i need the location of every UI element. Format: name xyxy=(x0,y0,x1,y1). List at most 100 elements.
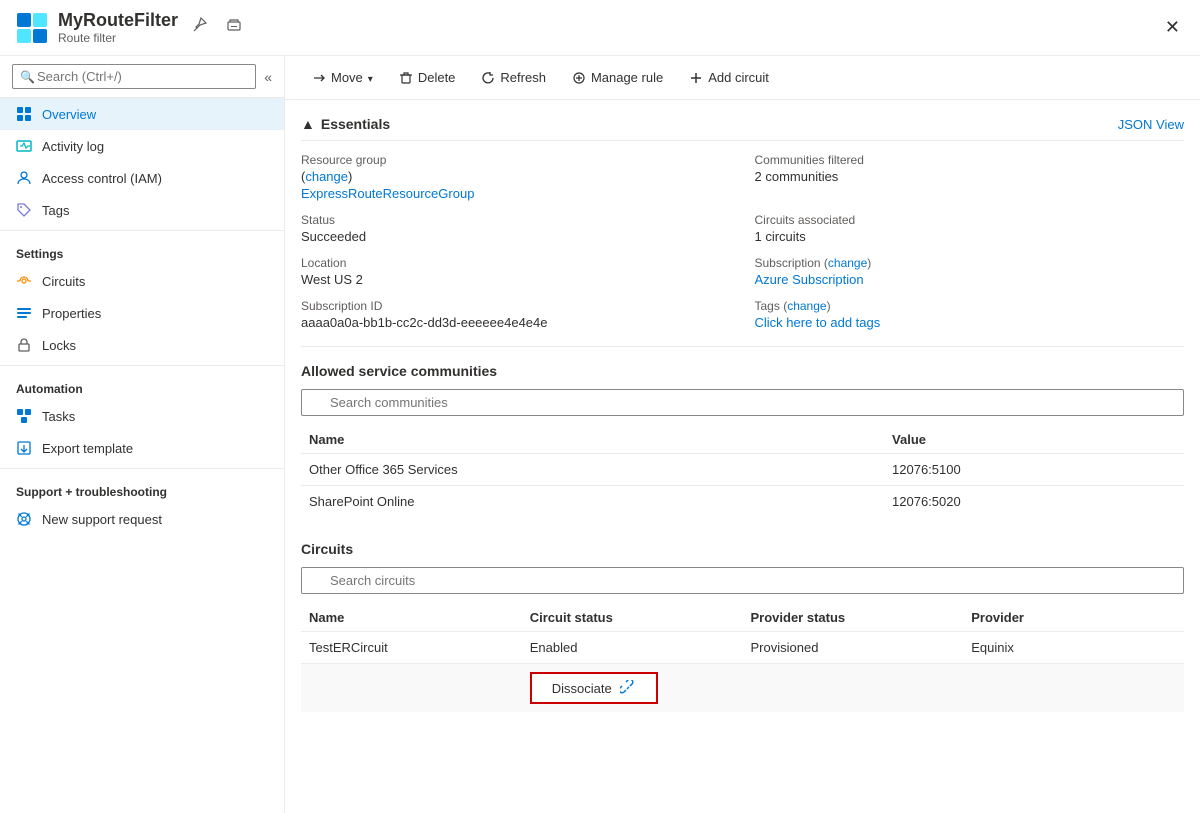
delete-button[interactable]: Delete xyxy=(388,64,467,91)
community-name-2: SharePoint Online xyxy=(301,486,884,518)
sidebar-item-locks[interactable]: Locks xyxy=(0,329,284,361)
resource-group-change-link[interactable]: change xyxy=(305,169,348,184)
dissociate-button[interactable]: Dissociate xyxy=(530,672,658,704)
sidebar-item-tags[interactable]: Tags xyxy=(0,194,284,226)
sidebar-item-properties-label: Properties xyxy=(42,306,101,321)
dissociate-label: Dissociate xyxy=(552,681,612,696)
tags-icon xyxy=(16,202,32,218)
collapse-button[interactable]: « xyxy=(264,69,272,85)
circuits-associated-item: Circuits associated 1 circuits xyxy=(755,213,1185,244)
sidebar-item-new-support[interactable]: New support request xyxy=(0,503,284,535)
status-item: Status Succeeded xyxy=(301,213,731,244)
move-chevron xyxy=(368,70,373,85)
circuits-provider-status-header: Provider status xyxy=(743,604,964,632)
add-circuit-button[interactable]: Add circuit xyxy=(678,64,780,91)
search-box: 🔍 « xyxy=(0,56,284,98)
communities-value-header: Value xyxy=(884,426,1184,454)
sidebar-item-overview[interactable]: Overview xyxy=(0,98,284,130)
sidebar-item-circuits[interactable]: Circuits xyxy=(0,265,284,297)
manage-rule-button[interactable]: Manage rule xyxy=(561,64,674,91)
sidebar-item-access-control[interactable]: Access control (IAM) xyxy=(0,162,284,194)
section-divider xyxy=(301,346,1184,347)
resource-group-label: Resource group xyxy=(301,153,731,167)
search-communities-wrapper: 🔍 xyxy=(301,389,1184,416)
add-circuit-icon xyxy=(689,71,703,85)
refresh-button[interactable]: Refresh xyxy=(470,64,557,91)
subscription-label: Subscription (change) xyxy=(755,256,1185,270)
search-communities-input[interactable] xyxy=(301,389,1184,416)
essentials-header: ▲ Essentials JSON View xyxy=(301,116,1184,141)
sidebar-item-tags-label: Tags xyxy=(42,203,69,218)
move-icon xyxy=(312,71,326,85)
app-title: MyRouteFilter xyxy=(58,10,178,31)
community-value-2: 12076:5020 xyxy=(884,486,1184,518)
nav-divider-3 xyxy=(0,468,284,469)
essentials-section: ▲ Essentials JSON View Resource group (c… xyxy=(285,100,1200,346)
communities-table: Name Value Other Office 365 Services 120… xyxy=(301,426,1184,517)
tags-value[interactable]: Click here to add tags xyxy=(755,315,1185,330)
communities-filtered-item: Communities filtered 2 communities xyxy=(755,153,1185,201)
content-area: Move Delete Refresh Manage rule Add circ… xyxy=(285,56,1200,813)
search-input[interactable] xyxy=(12,64,256,89)
essentials-title: ▲ Essentials xyxy=(301,116,390,132)
tags-label: Tags (change) xyxy=(755,299,1185,313)
community-name-1: Other Office 365 Services xyxy=(301,454,884,486)
app-subtitle: Route filter xyxy=(58,31,178,45)
location-value: West US 2 xyxy=(301,272,731,287)
circuits-status-header: Circuit status xyxy=(522,604,743,632)
collapse-essentials-icon[interactable]: ▲ xyxy=(301,116,315,132)
overview-icon xyxy=(16,106,32,122)
print-button[interactable] xyxy=(222,13,246,42)
community-row-2: SharePoint Online 12076:5020 xyxy=(301,486,1184,518)
tags-item: Tags (change) Click here to add tags xyxy=(755,299,1185,330)
circuits-associated-value: 1 circuits xyxy=(755,229,1185,244)
support-section-label: Support + troubleshooting xyxy=(0,473,284,503)
search-circuits-wrapper: 🔍 xyxy=(301,567,1184,594)
search-icon: 🔍 xyxy=(20,70,35,84)
tags-change-link[interactable]: change xyxy=(787,299,826,313)
search-box-inner: 🔍 xyxy=(12,64,256,89)
sidebar-item-export-template[interactable]: Export template xyxy=(0,432,284,464)
sidebar-item-support-label: New support request xyxy=(42,512,162,527)
sidebar-item-properties[interactable]: Properties xyxy=(0,297,284,329)
location-item: Location West US 2 xyxy=(301,256,731,287)
subscription-value[interactable]: Azure Subscription xyxy=(755,272,1185,287)
nav-divider-1 xyxy=(0,230,284,231)
circuit-provider-status-1: Provisioned xyxy=(743,632,964,664)
circuits-provider-header: Provider xyxy=(963,604,1184,632)
essentials-grid: Resource group (change) ExpressRouteReso… xyxy=(301,153,1184,330)
sidebar-item-circuits-label: Circuits xyxy=(42,274,85,289)
circuits-section-title: Circuits xyxy=(301,541,1184,557)
subscription-id-value: aaaa0a0a-bb1b-cc2c-dd3d-eeeeee4e4e4e xyxy=(301,315,731,330)
title-bar-left: MyRouteFilter Route filter xyxy=(16,10,246,45)
main-layout: 🔍 « Overview Activity log xyxy=(0,56,1200,813)
title-bar: MyRouteFilter Route filter ✕ xyxy=(0,0,1200,56)
communities-name-header: Name xyxy=(301,426,884,454)
close-button[interactable]: ✕ xyxy=(1161,13,1184,42)
pin-button[interactable] xyxy=(188,13,212,42)
dissociate-cell: Dissociate xyxy=(522,664,1184,713)
move-button[interactable]: Move xyxy=(301,64,384,91)
communities-title: Allowed service communities xyxy=(301,363,1184,379)
sidebar-item-activity-log[interactable]: Activity log xyxy=(0,130,284,162)
properties-icon xyxy=(16,305,32,321)
circuits-icon xyxy=(16,273,32,289)
iam-icon xyxy=(16,170,32,186)
toolbar: Move Delete Refresh Manage rule Add circ… xyxy=(285,56,1200,100)
search-circuits-input[interactable] xyxy=(301,567,1184,594)
communities-filtered-label: Communities filtered xyxy=(755,153,1185,167)
title-text: MyRouteFilter Route filter xyxy=(58,10,178,45)
communities-section: Allowed service communities 🔍 Name Value… xyxy=(285,363,1200,533)
sidebar-item-tasks[interactable]: Tasks xyxy=(0,400,284,432)
resource-group-value[interactable]: ExpressRouteResourceGroup xyxy=(301,186,731,201)
circuits-section: Circuits 🔍 Name Circuit status Provider … xyxy=(285,541,1200,728)
sidebar: 🔍 « Overview Activity log xyxy=(0,56,285,813)
dissociate-icon xyxy=(620,680,636,696)
subscription-change-link[interactable]: change xyxy=(828,256,867,270)
subscription-id-item: Subscription ID aaaa0a0a-bb1b-cc2c-dd3d-… xyxy=(301,299,731,330)
activity-icon xyxy=(16,138,32,154)
sidebar-item-locks-label: Locks xyxy=(42,338,76,353)
location-label: Location xyxy=(301,256,731,270)
circuit-status-1: Enabled xyxy=(522,632,743,664)
json-view-link[interactable]: JSON View xyxy=(1118,117,1184,132)
